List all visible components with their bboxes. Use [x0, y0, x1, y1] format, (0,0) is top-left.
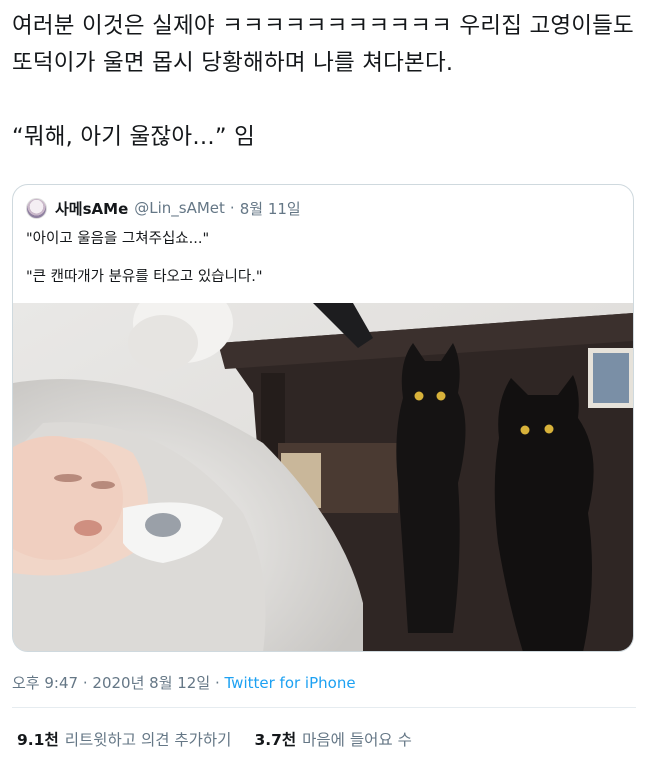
source-link[interactable]: Twitter for iPhone — [225, 674, 356, 692]
separator-dot: · — [82, 674, 88, 692]
tweet-stats: 9.1천 리트윗하고 의견 추가하기 3.7천 마음에 들어요 수 — [17, 728, 435, 750]
likes-count: 3.7천 — [254, 731, 297, 749]
quoted-display-name[interactable]: 사메sAMe — [55, 198, 128, 219]
quoted-tweet-header: 사메sAMe @Lin_sAMet · 8월 11일 — [26, 196, 301, 220]
quoted-text-line-1: "아이고 울음을 그쳐주십쇼..." — [26, 231, 210, 247]
quoted-text-line-2: "큰 캔따개가 분유를 타오고 있습니다." — [26, 269, 263, 285]
divider — [12, 707, 636, 708]
retweets-label: 리트윗하고 의견 추가하기 — [64, 731, 232, 749]
quoted-tweet-card[interactable]: 사메sAMe @Lin_sAMet · 8월 11일 "아이고 울음을 그쳐주십… — [12, 184, 634, 652]
separator-dot: · — [229, 199, 235, 217]
avatar[interactable] — [26, 197, 47, 219]
likes-stat[interactable]: 3.7천 마음에 들어요 수 — [254, 728, 411, 750]
tweet-date[interactable]: 2020년 8월 12일 — [92, 674, 210, 692]
separator-dot: · — [214, 674, 220, 692]
tweet-metadata: 오후 9:47 · 2020년 8월 12일 · Twitter for iPh… — [12, 672, 356, 693]
retweets-count: 9.1천 — [17, 731, 59, 749]
quoted-handle[interactable]: @Lin_sAMet — [134, 199, 225, 217]
tweet-text: 여러분 이것은 실제야 ㅋㅋㅋㅋㅋㅋㅋㅋㅋㅋㅋ 우리집 고영이들도 또덕이가 울… — [12, 13, 634, 150]
quoted-date[interactable]: 8월 11일 — [240, 198, 301, 219]
quoted-photo[interactable] — [13, 303, 633, 652]
likes-label: 마음에 들어요 수 — [302, 731, 412, 749]
tweet-time[interactable]: 오후 9:47 — [12, 674, 78, 692]
retweets-stat[interactable]: 9.1천 리트윗하고 의견 추가하기 — [17, 728, 231, 750]
